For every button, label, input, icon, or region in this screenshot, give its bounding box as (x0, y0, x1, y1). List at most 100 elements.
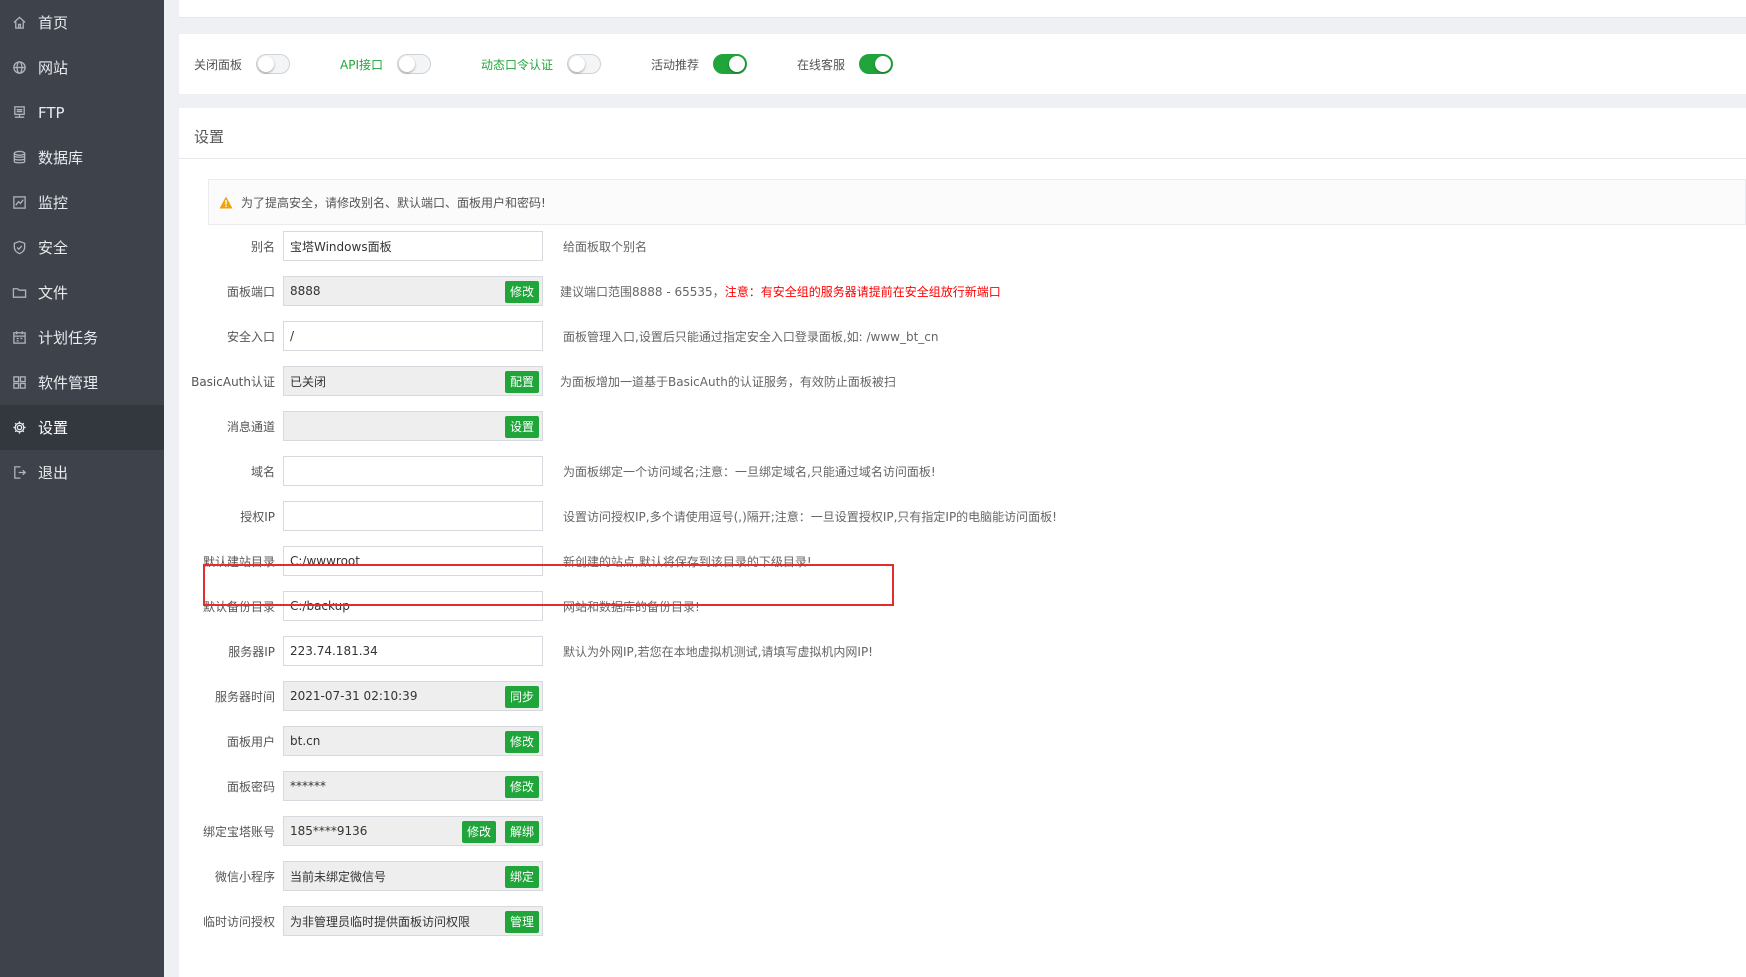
modify-port-button[interactable]: 修改 (504, 281, 539, 303)
authorized-ip-input[interactable] (283, 501, 543, 531)
ftp-icon (11, 105, 27, 121)
bt-account-field: 185****9136 修改 解绑 (283, 816, 543, 846)
sidebar-item-label: 首页 (38, 14, 69, 32)
modify-user-button[interactable]: 修改 (504, 731, 539, 753)
toggle-label: 活动推荐 (651, 57, 700, 72)
toggle-label: 在线客服 (797, 57, 846, 72)
manage-temp-access-button[interactable]: 管理 (504, 911, 539, 933)
sidebar-item-home[interactable]: 首页 (0, 0, 164, 45)
row-label: 微信小程序 (214, 869, 275, 884)
security-entry-input[interactable]: / (283, 321, 543, 351)
warning-icon (219, 196, 233, 209)
wechat-field: 当前未绑定微信号 绑定 (283, 861, 543, 891)
row-label: 面板用户 (226, 734, 275, 749)
sidebar-item-settings[interactable]: 设置 (0, 405, 164, 450)
toggle-online-service: 在线客服 (797, 53, 894, 75)
setting-row-bt-account: 绑定宝塔账号 185****9136 修改 解绑 (179, 816, 543, 846)
row-hint: 给面板取个别名 (563, 239, 648, 254)
row-hint: 设置访问授权IP,多个请使用逗号(,)隔开;注意：一旦设置授权IP,只有指定IP… (563, 509, 1057, 524)
setting-row-server-time: 服务器时间 2021-07-31 02:10:39 同步 (179, 681, 543, 711)
close-panel-switch[interactable] (256, 54, 291, 74)
row-label: 域名 (250, 464, 275, 479)
alias-input[interactable]: 宝塔Windows面板 (283, 231, 543, 261)
setting-row-panel-user: 面板用户 bt.cn 修改 (179, 726, 543, 756)
set-message-channel-button[interactable]: 设置 (504, 416, 539, 438)
sidebar-item-label: 设置 (38, 419, 69, 437)
row-label: 安全入口 (226, 329, 275, 344)
toggle-label: 动态口令认证 (481, 57, 554, 72)
setting-row-panel-port: 面板端口 8888 修改 建议端口范围8888 - 65535，注意：有安全组的… (179, 276, 1001, 306)
toggle-label: API接口 (340, 57, 383, 72)
modify-account-button[interactable]: 修改 (461, 821, 496, 843)
online-service-switch[interactable] (859, 54, 894, 74)
unbind-account-button[interactable]: 解绑 (504, 821, 539, 843)
sidebar-item-label: 软件管理 (38, 374, 99, 392)
sidebar-item-ftp[interactable]: FTP (0, 90, 164, 135)
panel-user-field: bt.cn 修改 (283, 726, 543, 756)
config-basicauth-button[interactable]: 配置 (504, 371, 539, 393)
sidebar-item-label: 数据库 (38, 149, 84, 167)
sidebar: 首页 网站 FTP 数据库 监控 安全 文件 计划任务 软件管理 设置 退出 (0, 0, 164, 977)
panel-port-field: 8888 修改 (283, 276, 543, 306)
folder-icon (11, 285, 27, 301)
sidebar-item-cron[interactable]: 计划任务 (0, 315, 164, 360)
database-icon (11, 150, 27, 166)
highlight-box (203, 564, 894, 606)
setting-row-authorized-ip: 授权IP 设置访问授权IP,多个请使用逗号(,)隔开;注意：一旦设置授权IP,只… (179, 501, 1057, 531)
row-label: BasicAuth认证 (191, 374, 275, 389)
sidebar-item-monitor[interactable]: 监控 (0, 180, 164, 225)
settings-title: 设置 (194, 128, 225, 146)
server-time-field: 2021-07-31 02:10:39 同步 (283, 681, 543, 711)
top-bar (179, 0, 1746, 18)
domain-input[interactable] (283, 456, 543, 486)
sidebar-item-website[interactable]: 网站 (0, 45, 164, 90)
server-ip-input[interactable]: 223.74.181.34 (283, 636, 543, 666)
row-label: 临时访问授权 (202, 914, 275, 929)
sidebar-item-label: 退出 (38, 464, 69, 482)
row-hint: 默认为外网IP,若您在本地虚拟机测试,请填写虚拟机内网IP! (563, 644, 873, 659)
toggle-totp: 动态口令认证 (481, 53, 602, 75)
warning-text: 为了提高安全，请修改别名、默认端口、面板用户和密码! (241, 195, 546, 210)
sidebar-item-logout[interactable]: 退出 (0, 450, 164, 495)
sync-time-button[interactable]: 同步 (504, 686, 539, 708)
setting-row-domain: 域名 为面板绑定一个访问域名;注意：一旦绑定域名,只能通过域名访问面板! (179, 456, 936, 486)
home-icon (11, 15, 27, 31)
sidebar-item-files[interactable]: 文件 (0, 270, 164, 315)
setting-row-alias: 别名 宝塔Windows面板 给面板取个别名 (179, 231, 647, 261)
monitor-icon (11, 195, 27, 211)
divider (179, 158, 1746, 159)
sidebar-item-label: 文件 (38, 284, 69, 302)
row-hint: 为面板增加一道基于BasicAuth的认证服务，有效防止面板被扫 (560, 374, 896, 389)
row-label: 服务器时间 (214, 689, 275, 704)
sidebar-item-label: FTP (38, 103, 65, 122)
totp-switch[interactable] (567, 54, 602, 74)
api-switch[interactable] (397, 54, 431, 74)
toggle-api: API接口 (340, 53, 431, 75)
modify-password-button[interactable]: 修改 (504, 776, 539, 798)
row-label: 授权IP (240, 509, 275, 524)
sidebar-item-security[interactable]: 安全 (0, 225, 164, 270)
recommend-switch[interactable] (713, 54, 748, 74)
grid-icon (11, 375, 27, 391)
panel-password-field: ****** 修改 (283, 771, 543, 801)
settings-panel: 设置 为了提高安全，请修改别名、默认端口、面板用户和密码! 别名 宝塔Windo… (179, 108, 1746, 977)
setting-row-wechat: 微信小程序 当前未绑定微信号 绑定 (179, 861, 543, 891)
sidebar-item-database[interactable]: 数据库 (0, 135, 164, 180)
sidebar-item-software[interactable]: 软件管理 (0, 360, 164, 405)
setting-row-security-entry: 安全入口 / 面板管理入口,设置后只能通过指定安全入口登录面板,如: /www_… (179, 321, 939, 351)
sidebar-item-label: 计划任务 (38, 329, 99, 347)
sidebar-item-label: 网站 (38, 59, 69, 77)
row-label: 面板端口 (226, 284, 275, 299)
row-hint-warning: 注意：有安全组的服务器请提前在安全组放行新端口 (724, 284, 1001, 299)
bind-wechat-button[interactable]: 绑定 (504, 866, 539, 888)
setting-row-server-ip: 服务器IP 223.74.181.34 默认为外网IP,若您在本地虚拟机测试,请… (179, 636, 873, 666)
setting-row-panel-password: 面板密码 ****** 修改 (179, 771, 543, 801)
basicauth-field: 已关闭 配置 (283, 366, 543, 396)
logout-icon (11, 465, 27, 481)
setting-row-basicauth: BasicAuth认证 已关闭 配置 为面板增加一道基于BasicAuth的认证… (179, 366, 896, 396)
calendar-icon (11, 330, 27, 346)
sidebar-item-label: 监控 (38, 194, 69, 212)
row-hint: 建议端口范围8888 - 65535，注意：有安全组的服务器请提前在安全组放行新… (560, 284, 1001, 299)
setting-row-message-channel: 消息通道 设置 (179, 411, 543, 441)
toggle-label: 关闭面板 (194, 57, 243, 72)
